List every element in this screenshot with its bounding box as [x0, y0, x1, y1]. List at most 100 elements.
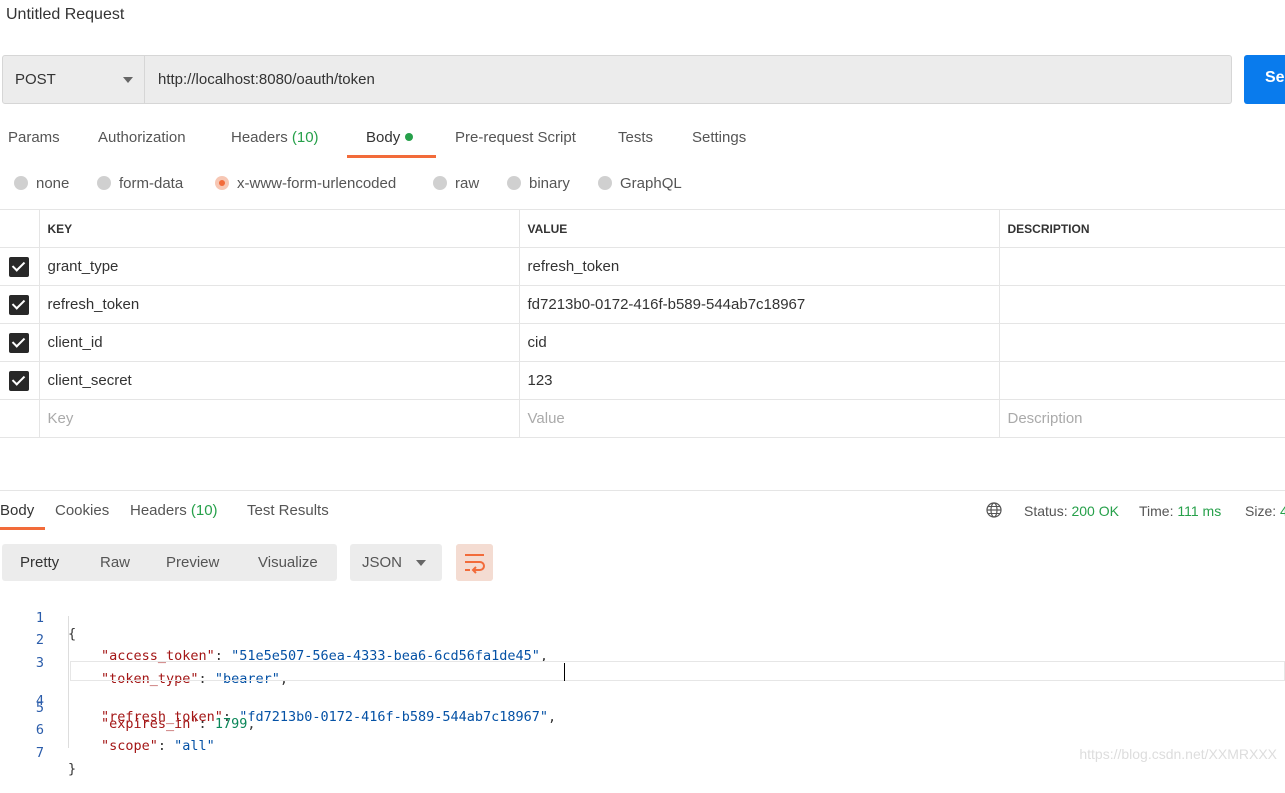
watermark: https://blog.csdn.net/XXMRXXX — [1079, 746, 1277, 762]
method-value: POST — [15, 71, 56, 88]
value-cell[interactable]: refresh_token — [519, 247, 1000, 286]
empty-checkbox-cell — [0, 399, 40, 438]
status-readout: Status: 200 OK — [1024, 503, 1119, 519]
close-brace: } — [68, 761, 77, 777]
value-cell[interactable]: 123 — [519, 361, 1000, 400]
tab-body[interactable]: Body — [366, 129, 414, 146]
response-tab-headers[interactable]: Headers (10) — [130, 502, 218, 519]
view-raw-button[interactable]: Raw — [100, 554, 130, 571]
radio-circle-icon — [14, 176, 28, 190]
tab-tests-label: Tests — [618, 129, 654, 146]
tab-settings-label: Settings — [692, 129, 747, 146]
table-row: grant_type refresh_token — [0, 247, 1285, 286]
checkbox-column-header — [0, 209, 40, 248]
tab-params[interactable]: Params — [8, 129, 60, 146]
radio-form-data-label: form-data — [119, 175, 184, 192]
send-button[interactable]: Se — [1244, 55, 1285, 104]
code-line: 5 "expires_in": 1799, — [0, 684, 1285, 732]
response-tab-body[interactable]: Body — [0, 502, 34, 519]
format-select[interactable]: JSON — [350, 544, 442, 581]
radio-none[interactable]: none — [14, 175, 69, 192]
view-preview-button[interactable]: Preview — [166, 554, 219, 571]
response-tab-test-results[interactable]: Test Results — [247, 502, 329, 519]
description-cell[interactable] — [999, 247, 1285, 286]
params-table: KEY VALUE DESCRIPTION grant_type refresh… — [0, 209, 1285, 438]
row-checkbox[interactable] — [0, 361, 40, 400]
response-tab-headers-label: Headers — [130, 502, 187, 519]
description-cell[interactable] — [999, 361, 1285, 400]
radio-binary[interactable]: binary — [507, 175, 570, 192]
key-cell[interactable]: refresh_token — [39, 285, 520, 324]
tab-settings[interactable]: Settings — [692, 129, 746, 146]
size-value: 4 — [1280, 503, 1285, 519]
description-cell[interactable] — [999, 323, 1285, 362]
headers-count-badge: (10) — [291, 129, 319, 146]
time-label: Time: — [1139, 503, 1174, 519]
radio-circle-icon — [433, 176, 447, 190]
radio-graphql-label: GraphQL — [620, 175, 682, 192]
response-tab-cookies[interactable]: Cookies — [55, 502, 109, 519]
current-line-highlight — [70, 661, 1285, 681]
active-response-tab-indicator — [0, 527, 45, 530]
tab-body-label: Body — [366, 129, 401, 146]
tab-headers-label: Headers — [231, 129, 288, 146]
code-line: 6 "scope": "all" — [0, 706, 1285, 754]
radio-circle-icon — [598, 176, 612, 190]
column-header-value: VALUE — [519, 209, 1000, 248]
radio-none-label: none — [36, 175, 70, 192]
radio-form-data[interactable]: form-data — [97, 175, 183, 192]
value-input[interactable]: Value — [519, 399, 1000, 438]
tab-tests[interactable]: Tests — [618, 129, 653, 146]
view-pretty-button[interactable]: Pretty — [20, 554, 59, 571]
line-number: 7 — [35, 745, 44, 761]
active-tab-indicator — [347, 155, 436, 158]
status-value: 200 OK — [1071, 503, 1119, 519]
chevron-down-icon — [416, 560, 426, 566]
chevron-down-icon — [123, 77, 133, 83]
format-value: JSON — [362, 554, 403, 571]
method-select[interactable]: POST — [2, 55, 145, 104]
checkmark-icon — [9, 332, 30, 353]
wrap-lines-icon[interactable] — [456, 544, 493, 581]
tab-headers[interactable]: Headers (10) — [231, 129, 319, 146]
url-value: http://localhost:8080/oauth/token — [158, 71, 375, 88]
value-cell[interactable]: cid — [519, 323, 1000, 362]
key-cell[interactable]: client_id — [39, 323, 520, 362]
radio-circle-icon — [507, 176, 521, 190]
globe-icon[interactable] — [986, 502, 1002, 518]
radio-urlencoded[interactable]: x-www-form-urlencoded — [215, 175, 396, 192]
checkmark-icon — [9, 370, 30, 391]
status-label: Status: — [1024, 503, 1068, 519]
body-indicator-dot — [405, 133, 414, 141]
row-checkbox[interactable] — [0, 285, 40, 324]
view-mode-group: Pretty Raw Preview Visualize — [2, 544, 337, 581]
row-checkbox[interactable] — [0, 247, 40, 286]
tab-authorization[interactable]: Authorization — [98, 129, 186, 146]
key-cell[interactable]: client_secret — [39, 361, 520, 400]
table-row: client_id cid — [0, 323, 1285, 362]
key-input[interactable]: Key — [39, 399, 520, 438]
radio-binary-label: binary — [529, 175, 570, 192]
request-title[interactable]: Untitled Request — [6, 6, 124, 24]
response-tab-test-results-label: Test Results — [247, 502, 329, 519]
view-visualize-button[interactable]: Visualize — [258, 554, 318, 571]
response-tab-body-label: Body — [0, 502, 35, 519]
row-checkbox[interactable] — [0, 323, 40, 362]
url-input[interactable]: http://localhost:8080/oauth/token — [145, 55, 1232, 104]
description-cell[interactable] — [999, 285, 1285, 324]
radio-raw-label: raw — [455, 175, 480, 192]
tab-params-label: Params — [8, 129, 60, 146]
tab-prerequest-script[interactable]: Pre-request Script — [455, 129, 576, 146]
value-cell[interactable]: fd7213b0-0172-416f-b589-544ab7c18967 — [519, 285, 1000, 324]
description-input[interactable]: Description — [999, 399, 1285, 438]
table-row-new: Key Value Description — [0, 399, 1285, 438]
code-line: 2 "access_token": "51e5e507-56ea-4333-be… — [0, 616, 1285, 664]
checkmark-icon — [9, 294, 30, 315]
key-cell[interactable]: grant_type — [39, 247, 520, 286]
tab-prerequest-label: Pre-request Script — [455, 129, 576, 146]
table-row: refresh_token fd7213b0-0172-416f-b589-54… — [0, 285, 1285, 324]
radio-graphql[interactable]: GraphQL — [598, 175, 682, 192]
radio-raw[interactable]: raw — [433, 175, 479, 192]
response-divider — [0, 490, 1285, 491]
text-cursor — [564, 663, 565, 681]
